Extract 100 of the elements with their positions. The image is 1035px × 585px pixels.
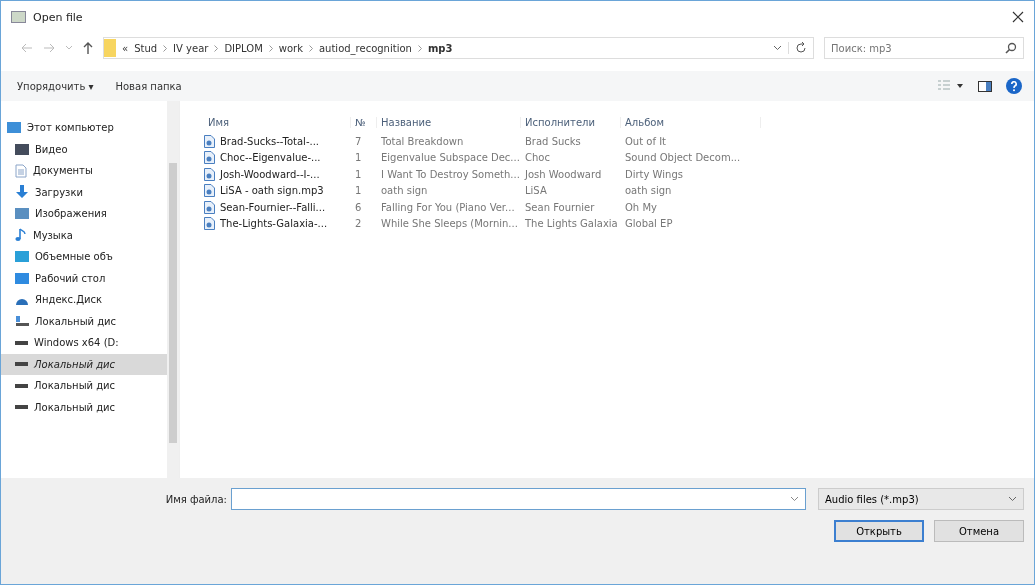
table-cell-text: Total Breakdown (380, 135, 465, 147)
search-field[interactable]: Поиск: mp3 (824, 37, 1024, 59)
table-cell-text: Out of It (624, 135, 667, 147)
navigation-item[interactable]: Windows x64 (D: (1, 332, 167, 354)
document-icon (15, 163, 27, 178)
column-header[interactable]: Название (377, 116, 521, 128)
navigation-item[interactable]: Объемные объ (1, 246, 167, 268)
navigation-label: Яндекс.Диск (35, 294, 103, 306)
table-cell-text: 1 (354, 168, 363, 180)
column-header[interactable]: Имя (204, 116, 351, 128)
table-cell-text: 1 (354, 185, 363, 197)
scrollbar[interactable] (167, 101, 179, 478)
help-icon[interactable] (1006, 78, 1022, 94)
music-note-icon (15, 228, 27, 243)
drive-icon (15, 340, 28, 345)
chevron-right-icon (417, 44, 422, 52)
chevron-down-icon[interactable] (790, 496, 799, 502)
file-name[interactable]: The-Lights-Galaxia-... (220, 218, 328, 230)
navigation-item[interactable]: Изображения (1, 203, 167, 225)
refresh-icon[interactable] (788, 42, 807, 54)
navigation-label: Локальный дис (34, 401, 116, 413)
file-name[interactable]: LiSA - oath sign.mp3 (220, 185, 324, 197)
address-bar[interactable]: « Stud IV year DIPLOM work autiod_recognition mp3 (103, 37, 814, 59)
audio-file-icon (204, 217, 215, 231)
file-name[interactable]: Sean-Fournier--Falli... (220, 201, 326, 213)
file-name[interactable]: Brad-Sucks--Total-... (220, 135, 320, 147)
drive-icon (15, 362, 28, 367)
file-name[interactable]: Josh-Woodward--I-... (220, 168, 320, 180)
breadcrumb[interactable]: work (278, 42, 303, 54)
navigation-item[interactable]: Видео (1, 138, 167, 160)
navigation-item[interactable]: Локальный дис (1, 375, 167, 397)
table-cell-text: Dirty Wings (624, 168, 684, 180)
new-folder-button[interactable]: Новая папка (111, 78, 186, 94)
file-name-field[interactable] (231, 488, 806, 510)
breadcrumb[interactable]: Stud (134, 42, 158, 54)
organize-menu-button[interactable]: Упорядочить ▾ (13, 78, 98, 94)
table-cell-text: LiSA (524, 185, 548, 197)
navigation-label: Локальный дис (35, 315, 117, 327)
audio-file-icon (204, 184, 215, 198)
navigation-item[interactable]: Документы (1, 160, 167, 182)
navigation-label: Документы (33, 165, 93, 177)
preview-pane-icon[interactable] (978, 80, 992, 92)
table-cell-text: Sean Fournier (524, 201, 596, 213)
navigation-item[interactable]: Музыка (1, 224, 167, 246)
breadcrumb[interactable]: IV year (173, 42, 209, 54)
navigation-item[interactable]: Локальный дис (1, 310, 167, 332)
column-header[interactable]: Исполнители (521, 116, 621, 128)
down-arrow-icon (15, 185, 29, 200)
audio-file-icon (204, 151, 215, 165)
navigation-label: Рабочий стол (35, 272, 106, 284)
navigation-label: Музыка (33, 229, 73, 241)
open-button[interactable]: Открыть (834, 520, 924, 542)
breadcrumb[interactable]: mp3 (427, 42, 453, 54)
file-type-dropdown[interactable]: Audio files (*.mp3) (818, 488, 1024, 510)
up-arrow-icon[interactable] (83, 42, 93, 54)
navigation-item[interactable]: Яндекс.Диск (1, 289, 167, 311)
audio-file-icon (204, 134, 215, 148)
column-header[interactable]: Альбом (621, 116, 761, 128)
table-cell-text: While She Sleeps (Mornin... (380, 218, 519, 230)
drive-icon (15, 315, 29, 328)
navigation-label: Локальный дис (34, 380, 116, 392)
table-cell-text: Global EP (624, 218, 674, 230)
column-header[interactable]: № (351, 116, 377, 128)
folder-icon (104, 39, 116, 57)
navigation-item[interactable]: Загрузки (1, 181, 167, 203)
chevron-down-icon (1008, 496, 1017, 502)
file-name-label: Имя файла: (165, 493, 227, 505)
chevron-down-icon[interactable] (773, 45, 782, 51)
window-title: Open file (33, 10, 83, 24)
navigation-label: Изображения (35, 208, 107, 220)
navigation-item[interactable]: Рабочий стол (1, 267, 167, 289)
view-options-icon[interactable] (938, 80, 964, 92)
table-cell-text: Eigenvalue Subspace Dec... (380, 152, 521, 164)
navigation-label: Видео (35, 143, 68, 155)
navigation-label: Локальный дис (34, 358, 116, 370)
navigation-item[interactable]: Этот компьютер (1, 117, 167, 139)
cancel-button[interactable]: Отмена (934, 520, 1024, 542)
table-cell-text: 2 (354, 218, 363, 230)
audio-file-icon (204, 200, 215, 214)
navigation-item[interactable]: Локальный дис (1, 353, 167, 375)
table-cell-text: 6 (354, 201, 363, 213)
audio-file-icon (204, 167, 215, 181)
drive-icon (15, 405, 28, 410)
table-cell-text: Josh Woodward (523, 168, 603, 180)
close-icon[interactable] (1012, 11, 1024, 23)
table-cell-text: 1 (354, 152, 363, 164)
breadcrumb[interactable]: autiod_recognition (319, 42, 412, 54)
table-cell-text: Sound Object Decom... (624, 152, 742, 164)
table-cell-text: Oh My (624, 201, 658, 213)
navigation-item[interactable]: Локальный дис (1, 396, 167, 418)
breadcrumb[interactable]: DIPLOM (224, 42, 263, 54)
breadcrumb[interactable]: « (122, 42, 129, 54)
table-cell-text: Falling For You (Piano Ver... (380, 201, 516, 213)
chevron-right-icon (268, 44, 273, 52)
navigation-label: Загрузки (35, 186, 83, 198)
chevron-right-icon (214, 44, 219, 52)
chevron-right-icon (309, 44, 313, 52)
window-icon (11, 11, 26, 23)
file-name[interactable]: Choc--Eigenvalue-... (220, 152, 321, 164)
table-cell-text: Brad Sucks (524, 135, 582, 147)
